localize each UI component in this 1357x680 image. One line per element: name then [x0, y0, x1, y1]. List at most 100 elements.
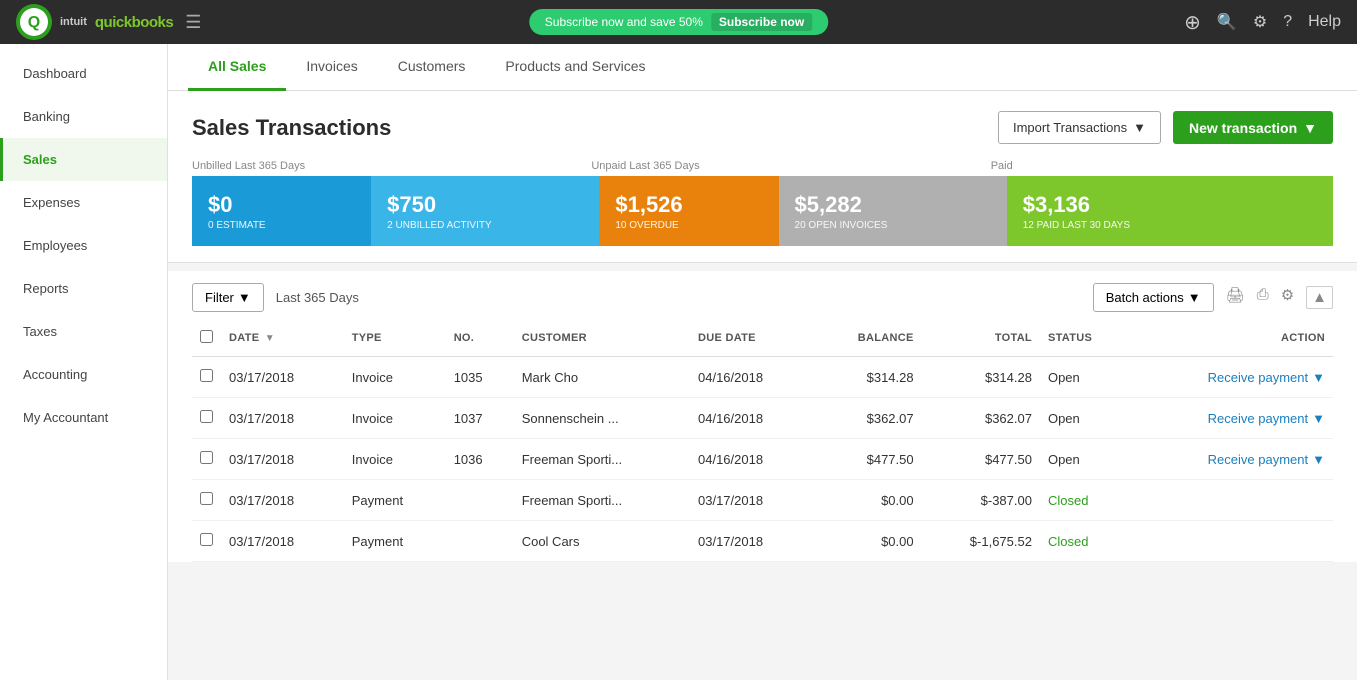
logo-area: Q intuit quickbooks [16, 4, 173, 40]
unpaid-label: Unpaid Last 365 Days [591, 160, 990, 172]
estimate-sublabel: 0 ESTIMATE [208, 220, 355, 231]
table-section: Filter ▼ Last 365 Days Batch actions ▼ 🖨… [168, 271, 1357, 562]
select-all-checkbox[interactable] [200, 330, 213, 343]
row-customer: Mark Cho [514, 357, 690, 398]
row-no: 1037 [446, 398, 514, 439]
row-action: Receive payment ▼ [1131, 357, 1333, 398]
table-row: 03/17/2018 Invoice 1035 Mark Cho 04/16/2… [192, 357, 1333, 398]
scroll-up-icon[interactable]: ▲ [1306, 286, 1333, 309]
overdue-amount: $1,526 [615, 192, 762, 218]
row-no [446, 480, 514, 521]
row-type: Invoice [344, 439, 446, 480]
settings-icon[interactable]: ⚙ [1281, 286, 1294, 309]
row-due-date: 04/16/2018 [690, 398, 813, 439]
app-body: Dashboard Banking Sales Expenses Employe… [0, 44, 1357, 680]
row-checkbox[interactable] [200, 533, 213, 546]
table-row: 03/17/2018 Invoice 1037 Sonnenschein ...… [192, 398, 1333, 439]
batch-actions-button[interactable]: Batch actions ▼ [1093, 283, 1214, 312]
row-due-date: 04/16/2018 [690, 439, 813, 480]
row-due-date: 03/17/2018 [690, 480, 813, 521]
row-status: Open [1040, 357, 1131, 398]
stat-card-open-invoices[interactable]: $5,282 20 OPEN INVOICES [779, 176, 1007, 246]
sidebar-item-accounting[interactable]: Accounting [0, 353, 167, 396]
table-row: 03/17/2018 Payment Freeman Sporti... 03/… [192, 480, 1333, 521]
row-no: 1036 [446, 439, 514, 480]
receive-payment-link[interactable]: Receive payment ▼ [1139, 370, 1325, 385]
stat-card-estimate[interactable]: $0 0 ESTIMATE [192, 176, 371, 246]
row-checkbox-cell [192, 398, 221, 439]
batch-dropdown-icon: ▼ [1188, 290, 1201, 305]
sidebar-item-taxes[interactable]: Taxes [0, 310, 167, 353]
due-date-column-header: DUE DATE [690, 320, 813, 357]
row-balance: $0.00 [813, 480, 922, 521]
add-icon[interactable]: ⊕ [1184, 10, 1201, 35]
print-icon[interactable]: 🖨 [1226, 286, 1245, 309]
table-icons: 🖨 ⎙ ⚙ ▲ [1226, 286, 1333, 309]
sidebar-item-sales[interactable]: Sales [0, 138, 167, 181]
date-column-header[interactable]: DATE ▼ [221, 320, 344, 357]
sub-navigation: All Sales Invoices Customers Products an… [168, 44, 1357, 91]
row-checkbox[interactable] [200, 369, 213, 382]
hamburger-menu[interactable]: ☰ [185, 12, 201, 33]
sidebar-item-banking[interactable]: Banking [0, 95, 167, 138]
row-action: Receive payment ▼ [1131, 398, 1333, 439]
subscribe-now-button[interactable]: Subscribe now [711, 13, 812, 31]
page-title: Sales Transactions [192, 115, 391, 141]
estimate-amount: $0 [208, 192, 355, 218]
select-all-header [192, 320, 221, 357]
gear-icon[interactable]: ⚙ [1253, 12, 1267, 32]
paid-label: Paid [991, 160, 1333, 172]
export-icon[interactable]: ⎙ [1257, 286, 1269, 309]
stat-card-paid[interactable]: $3,136 12 PAID LAST 30 DAYS [1007, 176, 1333, 246]
row-no [446, 521, 514, 562]
tab-invoices[interactable]: Invoices [286, 44, 377, 91]
dropdown-arrow-icon: ▼ [1303, 120, 1317, 136]
row-status: Closed [1040, 480, 1131, 521]
row-total: $-1,675.52 [922, 521, 1040, 562]
row-date: 03/17/2018 [221, 480, 344, 521]
import-transactions-button[interactable]: Import Transactions ▼ [998, 111, 1161, 144]
customer-column-header: CUSTOMER [514, 320, 690, 357]
tab-all-sales[interactable]: All Sales [188, 44, 286, 91]
stat-card-overdue[interactable]: $1,526 10 OVERDUE [599, 176, 778, 246]
total-column-header: TOTAL [922, 320, 1040, 357]
open-invoices-amount: $5,282 [795, 192, 991, 218]
row-checkbox[interactable] [200, 410, 213, 423]
receive-payment-link[interactable]: Receive payment ▼ [1139, 411, 1325, 426]
receive-payment-link[interactable]: Receive payment ▼ [1139, 452, 1325, 467]
row-due-date: 04/16/2018 [690, 357, 813, 398]
sidebar-item-dashboard[interactable]: Dashboard [0, 52, 167, 95]
row-checkbox-cell [192, 439, 221, 480]
row-checkbox[interactable] [200, 492, 213, 505]
sidebar-item-expenses[interactable]: Expenses [0, 181, 167, 224]
row-checkbox[interactable] [200, 451, 213, 464]
row-total: $477.50 [922, 439, 1040, 480]
row-total: $314.28 [922, 357, 1040, 398]
sidebar-item-employees[interactable]: Employees [0, 224, 167, 267]
row-balance: $477.50 [813, 439, 922, 480]
type-column-header: TYPE [344, 320, 446, 357]
filter-button[interactable]: Filter ▼ [192, 283, 264, 312]
no-column-header: NO. [446, 320, 514, 357]
row-checkbox-cell [192, 480, 221, 521]
search-icon[interactable]: 🔍 [1217, 12, 1237, 32]
help-icon[interactable]: ? [1283, 13, 1292, 31]
unbilled-sublabel: 2 UNBILLED ACTIVITY [387, 220, 583, 231]
row-total: $362.07 [922, 398, 1040, 439]
row-checkbox-cell [192, 521, 221, 562]
sidebar-item-my-accountant[interactable]: My Accountant [0, 396, 167, 439]
sidebar-item-reports[interactable]: Reports [0, 267, 167, 310]
stat-card-unbilled[interactable]: $750 2 UNBILLED ACTIVITY [371, 176, 599, 246]
tab-products-services[interactable]: Products and Services [485, 44, 665, 91]
filter-bar: Filter ▼ Last 365 Days Batch actions ▼ 🖨… [192, 271, 1333, 320]
sidebar: Dashboard Banking Sales Expenses Employe… [0, 44, 168, 680]
help-label[interactable]: Help [1308, 13, 1341, 31]
row-date: 03/17/2018 [221, 398, 344, 439]
row-total: $-387.00 [922, 480, 1040, 521]
row-type: Payment [344, 521, 446, 562]
top-nav-icons: ⊕ 🔍 ⚙ ? Help [1184, 10, 1341, 35]
open-invoices-sublabel: 20 OPEN INVOICES [795, 220, 991, 231]
row-customer: Freeman Sporti... [514, 439, 690, 480]
new-transaction-button[interactable]: New transaction ▼ [1173, 111, 1333, 144]
tab-customers[interactable]: Customers [378, 44, 486, 91]
